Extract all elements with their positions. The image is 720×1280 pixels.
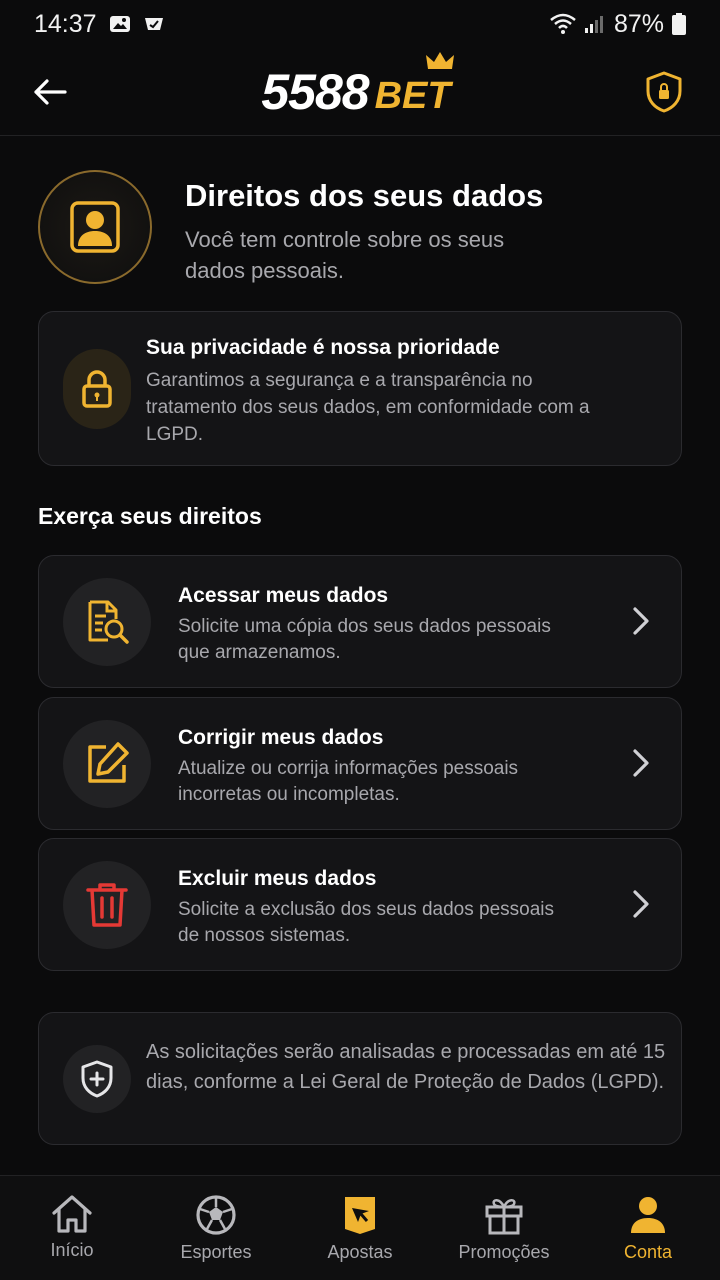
shield-plus-icon [63, 1045, 131, 1113]
home-icon [52, 1195, 92, 1233]
page-subtitle: Você tem controle sobre os seus dados pe… [185, 227, 505, 283]
arrow-left-icon [34, 78, 67, 105]
nav-item-apostas[interactable]: Apostas [288, 1176, 432, 1280]
bottom-navigation: Início Esportes Apostas Promoções Conta [0, 1175, 720, 1280]
document-search-icon [63, 578, 151, 666]
chevron-right-icon [631, 606, 651, 641]
logo-bet: BET [374, 74, 451, 117]
signal-icon [584, 14, 606, 34]
correct-data-title: Corrigir meus dados [178, 726, 384, 749]
app-notification-icon [143, 14, 165, 34]
page-title: Direitos dos seus dados [185, 178, 544, 213]
delete-data-item[interactable]: Excluir meus dados Solicite a exclusão d… [38, 838, 682, 971]
info-card: As solicitações serão analisadas e proce… [38, 1012, 682, 1145]
brand-logo: 5588 BET [261, 51, 454, 120]
privacy-title: Sua privacidade é nossa prioridade [146, 336, 500, 359]
nav-label-apostas: Apostas [327, 1242, 393, 1262]
status-left: 14:37 [34, 10, 165, 39]
logo-number: 5588 [261, 63, 369, 120]
trash-icon [63, 861, 151, 949]
nav-label-esportes: Esportes [180, 1242, 252, 1262]
soccer-ball-icon [196, 1195, 236, 1235]
info-text: As solicitações serão analisadas e proce… [146, 1041, 666, 1093]
back-button[interactable] [30, 72, 70, 112]
delete-data-title: Excluir meus dados [178, 867, 377, 890]
battery-percent: 87% [613, 9, 664, 38]
hero-section: Direitos dos seus dados Você tem control… [38, 170, 682, 286]
lock-icon [63, 349, 131, 429]
crown-icon [425, 51, 455, 76]
status-right: 87% [550, 10, 686, 39]
access-data-description: Solicite uma cópia dos seus dados pessoa… [178, 616, 551, 663]
nav-item-promocoes[interactable]: Promoções [432, 1176, 576, 1280]
privacy-text: Garantimos a segurança e a transparência… [146, 370, 590, 445]
battery-icon [672, 13, 686, 35]
nav-label-conta: Conta [623, 1242, 673, 1262]
wifi-icon [550, 13, 576, 35]
gift-icon [485, 1199, 523, 1235]
shield-lock-icon [646, 71, 682, 112]
edit-icon [63, 720, 151, 808]
nav-label-inicio: Início [50, 1240, 94, 1260]
nav-item-conta[interactable]: Conta [576, 1176, 720, 1280]
bet-ticket-icon [345, 1197, 375, 1234]
nav-label-promocoes: Promoções [458, 1242, 550, 1262]
app-header: 5588 BET [0, 48, 720, 136]
status-time: 14:37 [34, 9, 97, 38]
correct-data-item[interactable]: Corrigir meus dados Atualize ou corrija … [38, 697, 682, 830]
user-profile-icon [38, 170, 152, 284]
access-data-item[interactable]: Acessar meus dados Solicite uma cópia do… [38, 555, 682, 688]
status-bar: 14:37 87% [0, 0, 720, 48]
security-shield-button[interactable] [642, 70, 686, 114]
privacy-card: Sua privacidade é nossa prioridade Garan… [38, 311, 682, 466]
nav-item-esportes[interactable]: Esportes [144, 1176, 288, 1280]
chevron-right-icon [631, 889, 651, 924]
delete-data-description: Solicite a exclusão dos seus dados pesso… [178, 899, 555, 946]
gallery-notification-icon [109, 14, 131, 34]
section-title: Exerça seus direitos [38, 503, 262, 529]
chevron-right-icon [631, 748, 651, 783]
user-icon [631, 1197, 665, 1233]
nav-item-inicio[interactable]: Início [0, 1176, 144, 1280]
correct-data-description: Atualize ou corrija informações pessoais… [178, 758, 519, 805]
access-data-title: Acessar meus dados [178, 584, 389, 607]
